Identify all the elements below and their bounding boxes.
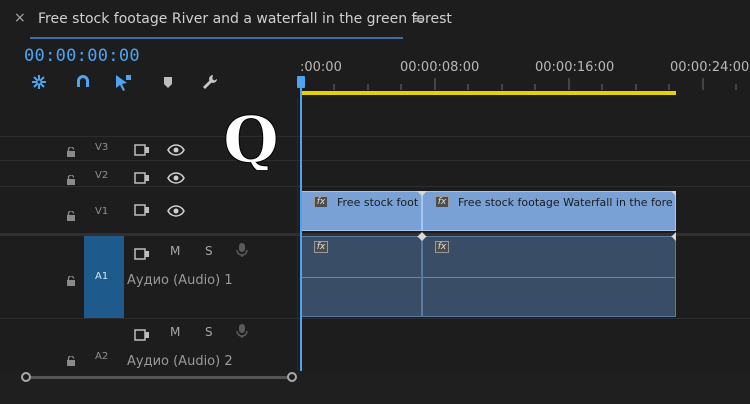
active-tab-indicator [30,37,403,39]
eye-icon[interactable] [167,202,185,221]
wrench-icon[interactable] [200,72,220,92]
horizontal-scrollbar[interactable] [26,376,292,379]
scroll-left-handle[interactable] [21,372,31,382]
audio-clip[interactable]: fx [422,236,676,317]
playhead-line[interactable] [300,86,302,371]
playhead-handle[interactable] [297,76,305,88]
lock-icon[interactable] [66,142,76,161]
fx-badge: fx [314,241,328,253]
lock-icon[interactable] [66,206,76,225]
ruler-label: 00:00:08:00 [400,60,480,75]
add-marker-icon[interactable] [158,72,178,92]
track-name-v2[interactable]: V2 [95,170,108,181]
sequence-tab-title[interactable]: Free stock footage River and a waterfall… [38,11,452,27]
header-column-divider [297,98,298,370]
track-divider [0,186,750,187]
audio-track-name[interactable]: Аудио (Audio) 2 [127,354,233,369]
microphone-icon[interactable] [236,242,248,262]
lock-icon[interactable] [66,351,76,370]
magnet-icon[interactable] [73,72,93,92]
scroll-right-handle[interactable] [287,372,297,382]
track-name-v1[interactable]: V1 [95,206,108,217]
q-keyboard-overlay: Q [223,103,280,171]
fx-badge: fx [314,196,328,208]
sync-lock-icon[interactable] [134,326,150,345]
eye-icon[interactable] [167,141,185,160]
clip-title: Free stock foota [337,196,419,209]
video-clip[interactable]: fx Free stock foota [301,191,422,231]
track-name-a2[interactable]: A2 [95,351,108,362]
solo-button[interactable]: S [205,244,213,258]
track-divider [0,160,750,161]
lock-icon[interactable] [66,271,76,290]
eye-icon[interactable] [167,169,185,188]
work-area-bar[interactable] [301,91,676,95]
lock-icon[interactable] [66,170,76,189]
mute-button[interactable]: M [170,244,180,258]
overlay-letter: Q [223,103,279,170]
sync-lock-icon[interactable] [134,201,150,220]
track-divider [0,136,750,137]
channel-divider [302,277,421,278]
ruler-label: 00:00:24:00 [670,60,750,75]
track-name-a1[interactable]: A1 [95,271,108,282]
solo-button[interactable]: S [205,325,213,339]
audio-clip[interactable]: fx [301,236,422,317]
ruler-label: :00:00 [300,60,342,75]
ruler-label: 00:00:16:00 [535,60,615,75]
playhead-timecode[interactable]: 00:00:00:00 [24,46,140,66]
clip-edge-markers [417,236,676,241]
sync-lock-icon[interactable] [134,141,150,160]
snap-icon[interactable] [29,72,49,92]
linked-selection-icon[interactable] [113,72,133,92]
ruler-ticks [300,78,737,90]
close-panel-button[interactable]: × [14,10,26,26]
sync-lock-icon[interactable] [134,169,150,188]
mute-button[interactable]: M [170,325,180,339]
channel-divider [423,277,675,278]
audio-track-name[interactable]: Аудио (Audio) 1 [127,273,233,288]
sync-lock-icon[interactable] [134,245,150,264]
microphone-icon[interactable] [236,323,248,343]
track-divider [0,318,750,319]
track-name-v3[interactable]: V3 [95,142,108,153]
panel-menu-button[interactable]: ≡ [413,11,425,27]
